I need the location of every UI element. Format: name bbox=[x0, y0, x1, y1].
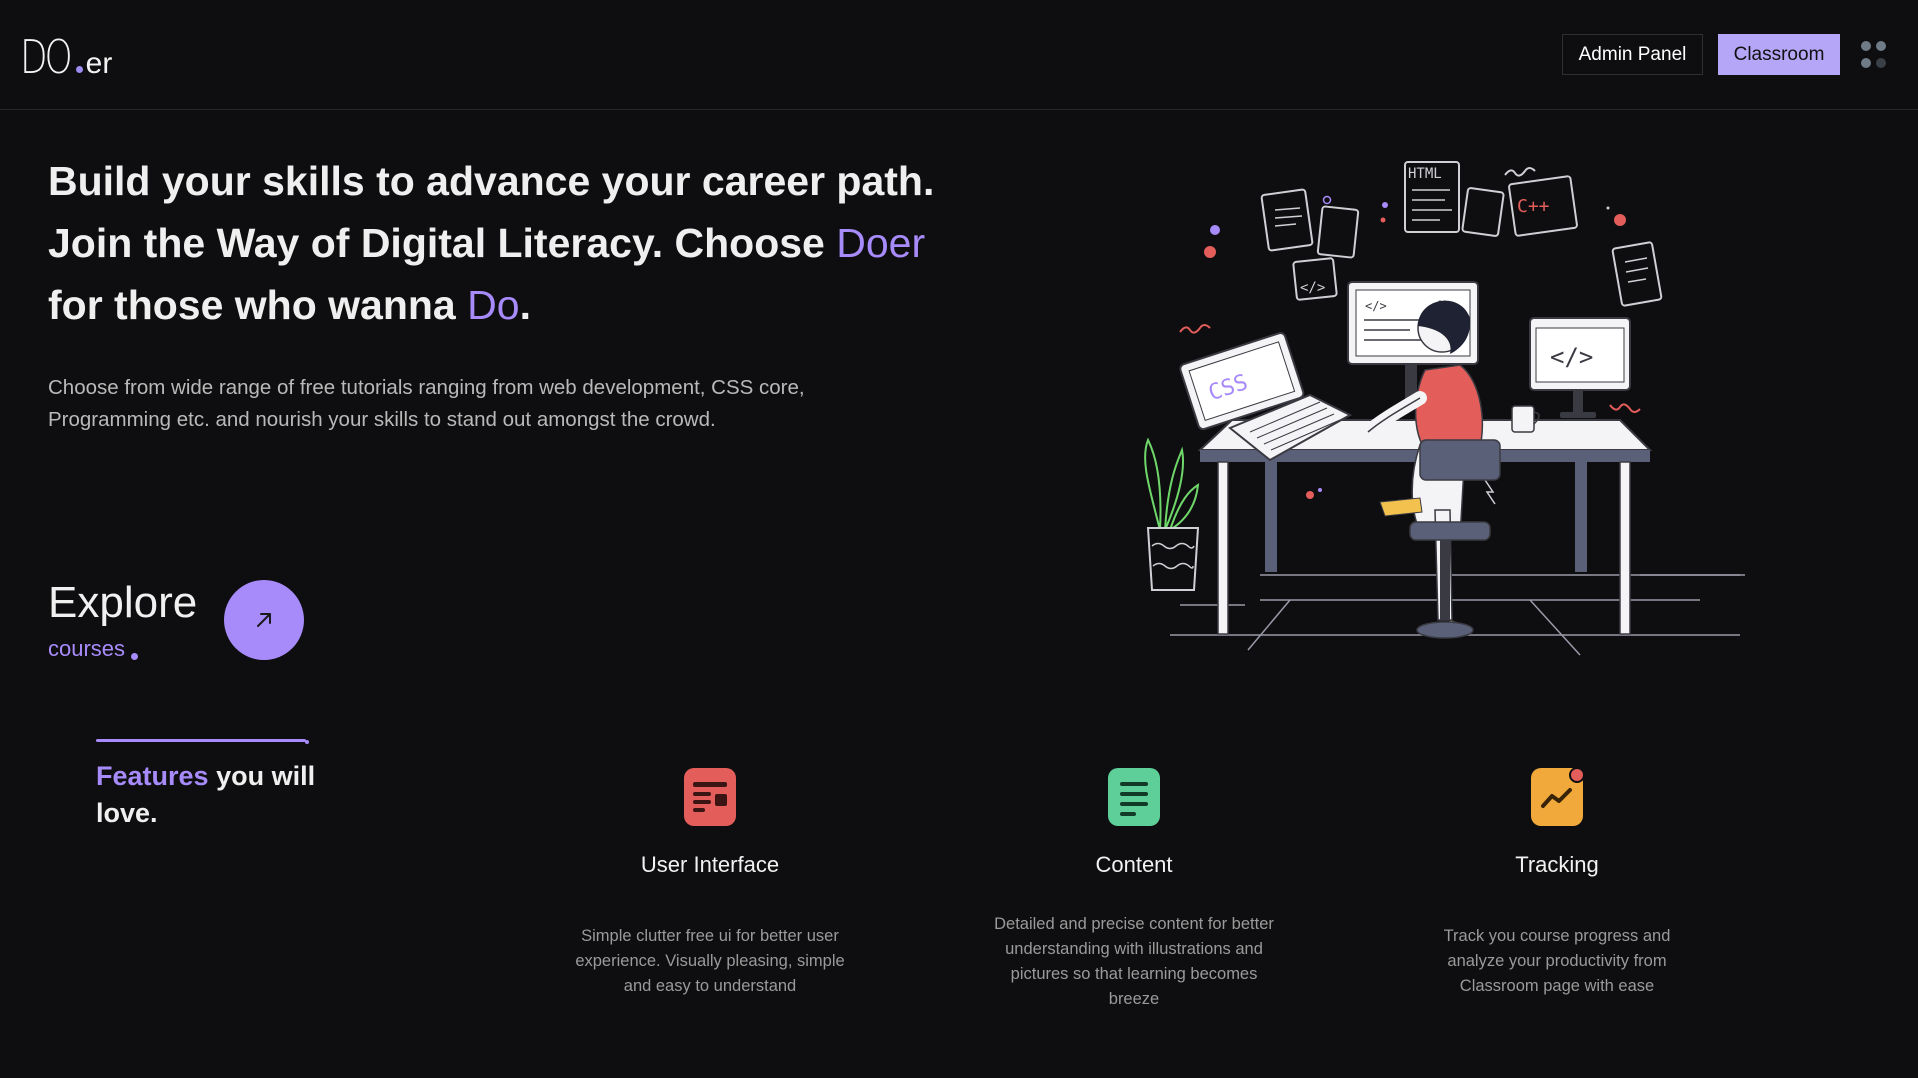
arrow-up-right-icon bbox=[257, 613, 271, 627]
document-icon bbox=[1108, 768, 1160, 826]
feature-name: Tracking bbox=[1515, 852, 1599, 877]
feature-name: User Interface bbox=[640, 852, 780, 877]
hero-line-2: Join the Way of Digital Literacy. Choose bbox=[48, 220, 837, 266]
hero-line-3-end: . bbox=[519, 282, 531, 328]
features-title-accent: Features bbox=[96, 761, 209, 791]
trend-chart-icon bbox=[1531, 767, 1585, 826]
classroom-button[interactable]: Classroom bbox=[1718, 34, 1840, 75]
logo-mark: DO bbox=[20, 30, 73, 84]
features-underline-dot bbox=[305, 740, 309, 744]
svg-text:</>: </> bbox=[1300, 280, 1325, 296]
hero-title: Build your skills to advance your career… bbox=[48, 150, 948, 336]
top-navbar: DO er Admin Panel Classroom bbox=[0, 0, 1918, 110]
courses-dot bbox=[131, 652, 139, 660]
logo-suffix: er bbox=[85, 47, 113, 80]
developer-illustration: HTML C++ </> CSS </> </> bbox=[1144, 161, 1745, 656]
explore-courses-label[interactable]: courses bbox=[48, 636, 139, 662]
grid-dots-icon[interactable] bbox=[1861, 41, 1886, 68]
svg-text:C++: C++ bbox=[1517, 196, 1550, 217]
svg-text:</>: </> bbox=[1550, 343, 1593, 371]
explore-courses-button[interactable] bbox=[224, 580, 304, 660]
feature-description: Detailed and precise content for better … bbox=[994, 915, 1274, 1008]
features-title: Features you will love. bbox=[96, 758, 316, 832]
feature-card-tracking: Tracking Track you course progress and a… bbox=[1407, 767, 1707, 999]
hero-subtitle: Choose from wide range of free tutorials… bbox=[48, 376, 805, 431]
feature-card-content: Content Detailed and precise content for… bbox=[984, 768, 1284, 1012]
feature-name: Content bbox=[1095, 852, 1173, 877]
logo-dot bbox=[75, 66, 83, 73]
layout-icon bbox=[684, 768, 736, 826]
hero-line-3: for those who wanna bbox=[48, 282, 468, 328]
features-underline bbox=[96, 739, 306, 742]
hero-accent-doer: Doer bbox=[836, 220, 926, 266]
svg-text:HTML: HTML bbox=[1408, 166, 1442, 182]
explore-title: Explore bbox=[48, 578, 198, 627]
courses-text: courses bbox=[48, 636, 126, 661]
hero-accent-do: Do bbox=[467, 282, 520, 328]
hero-line-1: Build your skills to advance your career… bbox=[48, 158, 935, 204]
feature-description: Track you course progress and analyze yo… bbox=[1443, 927, 1671, 995]
svg-text:</>: </> bbox=[1365, 299, 1387, 313]
feature-description: Simple clutter free ui for better user e… bbox=[575, 927, 845, 995]
admin-panel-button[interactable]: Admin Panel bbox=[1562, 34, 1703, 75]
logo[interactable]: DO er bbox=[20, 30, 112, 84]
feature-card-ui: User Interface Simple clutter free ui fo… bbox=[560, 768, 860, 999]
